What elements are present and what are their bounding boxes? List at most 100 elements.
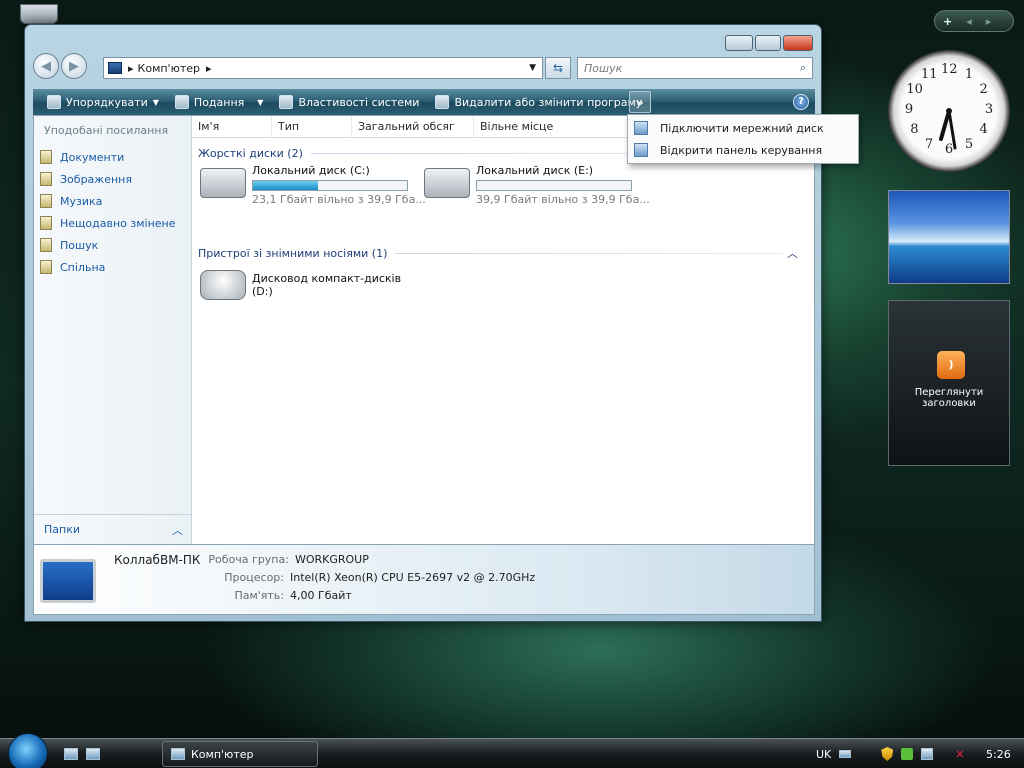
nav-item-music[interactable]: Музика bbox=[34, 190, 191, 212]
clock-gadget[interactable]: 12 1 2 3 4 5 6 7 8 9 10 11 bbox=[888, 50, 1010, 172]
column-type[interactable]: Тип bbox=[272, 115, 352, 138]
workgroup-value: WORKGROUP bbox=[294, 553, 369, 566]
address-bar[interactable]: ▸ Комп'ютер ▸ ▼ bbox=[103, 57, 543, 79]
column-free-space[interactable]: Вільне місце bbox=[474, 116, 574, 138]
slideshow-gadget[interactable] bbox=[888, 190, 1010, 284]
refresh-icon: ⇆ bbox=[552, 61, 564, 75]
views-button[interactable]: Подання ▼ bbox=[169, 91, 270, 113]
details-pane: КоллабВМ-ПК Робоча група: WORKGROUP Проц… bbox=[33, 545, 815, 615]
computer-icon bbox=[40, 559, 96, 603]
previous-icon[interactable]: ◂ bbox=[966, 15, 972, 28]
nav-item-recently-changed[interactable]: Нещодавно змінене bbox=[34, 212, 191, 234]
column-total-size[interactable]: Загальний обсяг bbox=[352, 115, 474, 138]
keyboard-icon[interactable] bbox=[839, 750, 852, 758]
nav-item-pictures[interactable]: Зображення bbox=[34, 168, 191, 190]
system-properties-button[interactable]: Властивості системи bbox=[273, 91, 425, 113]
nav-item-documents[interactable]: Документи bbox=[34, 146, 191, 168]
drive-usage-fill bbox=[253, 181, 318, 190]
computer-icon bbox=[171, 748, 185, 760]
folders-toggle[interactable]: Папки ︿ bbox=[34, 514, 191, 544]
pictures-icon bbox=[40, 172, 52, 186]
chevron-up-icon[interactable]: ︿ bbox=[787, 245, 798, 261]
control-panel-icon bbox=[634, 143, 648, 157]
hard-disk-icon bbox=[424, 168, 470, 198]
next-icon[interactable]: ▸ bbox=[986, 15, 992, 28]
workgroup-label: Робоча група: bbox=[208, 553, 289, 566]
drive-cd-d[interactable]: Дисковод компакт-дисків (D:) bbox=[200, 266, 401, 300]
recycle-bin-icon[interactable] bbox=[20, 4, 58, 24]
minimize-button[interactable] bbox=[725, 35, 753, 51]
cd-drive-icon bbox=[200, 270, 246, 300]
uninstall-program-button[interactable]: Видалити або змінити програму bbox=[429, 91, 648, 113]
window-body: Уподобані посилання Документи Зображення… bbox=[33, 115, 815, 545]
sidebar-controls: + ◂ ▸ bbox=[934, 10, 1014, 32]
views-icon bbox=[174, 95, 189, 109]
clock-numeral: 6 bbox=[944, 142, 954, 157]
system-tray: UK ✕ bbox=[816, 739, 964, 768]
security-shield-icon[interactable] bbox=[881, 747, 894, 761]
drive-usage-bar bbox=[476, 180, 632, 191]
cpu-value: Intel(R) Xeon(R) CPU E5-2697 v2 @ 2.70GH… bbox=[290, 571, 536, 584]
column-name[interactable]: Ім'я bbox=[192, 115, 272, 138]
organize-button[interactable]: Упорядкувати ▼ bbox=[41, 91, 165, 113]
volume-muted-icon[interactable]: ✕ bbox=[955, 748, 964, 761]
clock-numeral: 4 bbox=[979, 122, 988, 137]
breadcrumb-separator[interactable]: ▸ bbox=[128, 62, 134, 75]
cpu-label: Процесор: bbox=[224, 571, 284, 584]
back-button[interactable]: ◀ bbox=[33, 53, 59, 79]
taskbar: Комп'ютер UK ✕ 5:26 bbox=[0, 733, 1024, 768]
switch-windows-icon[interactable] bbox=[86, 748, 100, 760]
drive-c[interactable]: Локальний диск (C:) 23,1 Гбайт вільно з … bbox=[200, 164, 426, 206]
nav-item-searches[interactable]: Пошук bbox=[34, 234, 191, 256]
clock-numeral: 11 bbox=[921, 67, 938, 83]
start-button[interactable] bbox=[8, 733, 48, 768]
overflow-menu: Підключити мережний диск Відкрити панель… bbox=[627, 114, 859, 164]
refresh-button[interactable]: ⇆ bbox=[545, 57, 571, 79]
hard-disk-icon bbox=[200, 168, 246, 198]
windows-update-icon[interactable] bbox=[901, 748, 914, 760]
nav-item-public[interactable]: Спільна bbox=[34, 256, 191, 278]
search-input[interactable]: Пошук ⌕ bbox=[577, 57, 813, 79]
clock-display[interactable]: 5:26 bbox=[986, 739, 1011, 768]
computer-name: КоллабВМ-ПК bbox=[114, 553, 201, 567]
clock-numeral: 3 bbox=[984, 102, 994, 117]
menu-item-open-control-panel[interactable]: Відкрити панель керування bbox=[628, 139, 858, 161]
network-icon[interactable] bbox=[921, 748, 934, 760]
feed-label[interactable]: Переглянути заголовки bbox=[889, 387, 1009, 409]
folder-icon bbox=[40, 260, 52, 274]
forward-button[interactable]: ▶ bbox=[61, 53, 87, 79]
clock-numeral: 10 bbox=[906, 82, 923, 97]
group-header-removable[interactable]: Пристрої зі знімними носіями (1) ︿ bbox=[198, 244, 798, 262]
address-dropdown-icon[interactable]: ▼ bbox=[529, 63, 536, 73]
rss-icon: ) bbox=[937, 351, 965, 379]
drive-usage-bar bbox=[252, 180, 408, 191]
quick-launch bbox=[64, 739, 100, 768]
clock-numeral: 1 bbox=[964, 67, 974, 83]
clock-numeral: 12 bbox=[941, 62, 958, 77]
memory-label: Пам'ять: bbox=[234, 589, 284, 602]
add-gadget-button[interactable]: + bbox=[943, 15, 952, 28]
drive-e[interactable]: Локальний диск (E:) 39,9 Гбайт вільно з … bbox=[424, 164, 650, 206]
breadcrumb-computer[interactable]: Комп'ютер bbox=[138, 62, 200, 75]
system-properties-icon bbox=[279, 95, 294, 109]
programs-icon bbox=[435, 95, 450, 109]
maximize-button[interactable] bbox=[755, 35, 781, 51]
clock-numeral: 9 bbox=[904, 102, 914, 117]
clock-numeral: 5 bbox=[964, 136, 974, 152]
recent-icon bbox=[40, 216, 52, 230]
close-button[interactable] bbox=[783, 35, 813, 51]
feed-headlines-gadget[interactable]: ) Переглянути заголовки bbox=[888, 300, 1010, 466]
taskbar-item-computer[interactable]: Комп'ютер bbox=[162, 741, 318, 767]
help-icon[interactable]: ? bbox=[793, 94, 809, 110]
menu-item-map-network-drive[interactable]: Підключити мережний диск bbox=[628, 117, 858, 139]
more-commands-button[interactable]: » bbox=[629, 91, 651, 113]
favorite-links-header: Уподобані посилання bbox=[44, 124, 169, 137]
show-desktop-icon[interactable] bbox=[64, 748, 78, 760]
content-pane: Ім'я Тип Загальний обсяг Вільне місце Жо… bbox=[192, 115, 814, 544]
chevron-up-icon: ︿ bbox=[172, 523, 183, 537]
search-icon[interactable]: ⌕ bbox=[800, 61, 806, 75]
network-drive-icon bbox=[634, 121, 648, 135]
language-indicator[interactable]: UK bbox=[816, 748, 831, 761]
breadcrumb-separator-trailing[interactable]: ▸ bbox=[206, 62, 212, 75]
command-bar: Упорядкувати ▼ Подання ▼ Властивості сис… bbox=[33, 89, 815, 115]
